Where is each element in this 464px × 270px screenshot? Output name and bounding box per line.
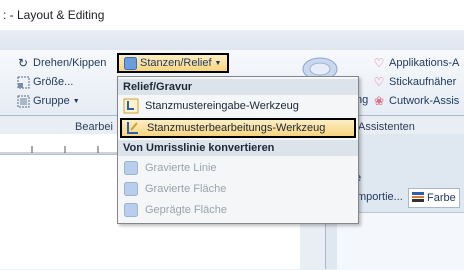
- menu-item-stamp-edit[interactable]: Stanzmusterbearbeitungs-Werkzeug: [120, 118, 356, 138]
- size-label: Größe...: [33, 76, 74, 88]
- tab-import[interactable]: mportie...: [357, 188, 403, 206]
- group-label: Gruppe: [33, 95, 70, 107]
- assistants-group-caption: Assistenten: [358, 121, 415, 133]
- menu-section-header-relief: Relief/Gravur: [118, 79, 358, 95]
- chevron-down-icon: ▼: [72, 97, 80, 105]
- stickaufnaeher-button[interactable]: ♡ Stickaufnäher: [372, 75, 457, 89]
- menu-item-embossed-area[interactable]: Geprägte Fläche: [120, 200, 356, 220]
- stamp-icon: [123, 56, 137, 70]
- edit-group-caption: Bearbei: [75, 121, 113, 133]
- menu-item-stamp-input[interactable]: Stanzmustereingabe-Werkzeug: [120, 96, 356, 116]
- menu-item-engraved-area[interactable]: Gravierte Fläche: [120, 179, 356, 199]
- cutwork-assistant-button[interactable]: ❀ Cutwork-Assis: [372, 94, 459, 108]
- size-button[interactable]: Größe...: [16, 75, 73, 89]
- heart-icon: ♡: [373, 56, 385, 70]
- menu-item-label: Gravierte Linie: [145, 162, 217, 174]
- tab-color[interactable]: Farbe: [408, 188, 460, 208]
- resize-icon: [16, 75, 30, 89]
- engraved-line-icon: [123, 160, 139, 176]
- stanzen-relief-button[interactable]: Stanzen/Relief ▼: [117, 53, 229, 73]
- group-icon: [16, 94, 30, 108]
- rotate-flip-label: Drehen/Kippen: [33, 57, 107, 69]
- menu-item-label: Gravierte Fläche: [145, 183, 227, 195]
- cutwork-heart-icon: ❀: [373, 94, 385, 108]
- ribbon-tab-row: [0, 30, 464, 51]
- cutwork-label: Cutwork-Assis: [389, 95, 460, 107]
- stickaufnaeher-label: Stickaufnäher: [389, 76, 457, 88]
- rotate-icon: ↻: [17, 56, 29, 70]
- stamp-input-icon: [123, 98, 139, 114]
- palette-icon: [412, 191, 424, 205]
- menu-item-label: Geprägte Fläche: [145, 204, 227, 216]
- tab-import-label: mportie...: [357, 191, 403, 203]
- stanzen-dropdown-menu: Relief/Gravur Stanzmustereingabe-Werkzeu…: [117, 76, 359, 224]
- tab-color-label: Farbe: [427, 192, 456, 204]
- rotate-flip-button[interactable]: ↻ Drehen/Kippen: [16, 56, 106, 70]
- stamp-edit-icon: [125, 120, 141, 136]
- menu-item-label: Stanzmusterbearbeitungs-Werkzeug: [147, 122, 326, 134]
- stanzen-relief-label: Stanzen/Relief: [140, 57, 212, 69]
- chevron-down-icon: ▼: [214, 59, 222, 67]
- menu-item-label: Stanzmustereingabe-Werkzeug: [145, 100, 299, 112]
- engraved-area-icon: [123, 181, 139, 197]
- heart-outline-icon: ♡: [373, 75, 385, 89]
- menu-item-engraved-line[interactable]: Gravierte Linie: [120, 158, 356, 178]
- menu-section-header-convert: Von Umrisslinie konvertieren: [118, 140, 358, 156]
- applikation-assistant-button[interactable]: ♡ Applikations-A: [372, 56, 460, 70]
- applikation-label: Applikations-A: [389, 57, 460, 69]
- embossed-area-icon: [123, 202, 139, 218]
- group-button[interactable]: Gruppe ▼: [16, 94, 80, 108]
- window-title: : - Layout & Editing: [3, 8, 105, 22]
